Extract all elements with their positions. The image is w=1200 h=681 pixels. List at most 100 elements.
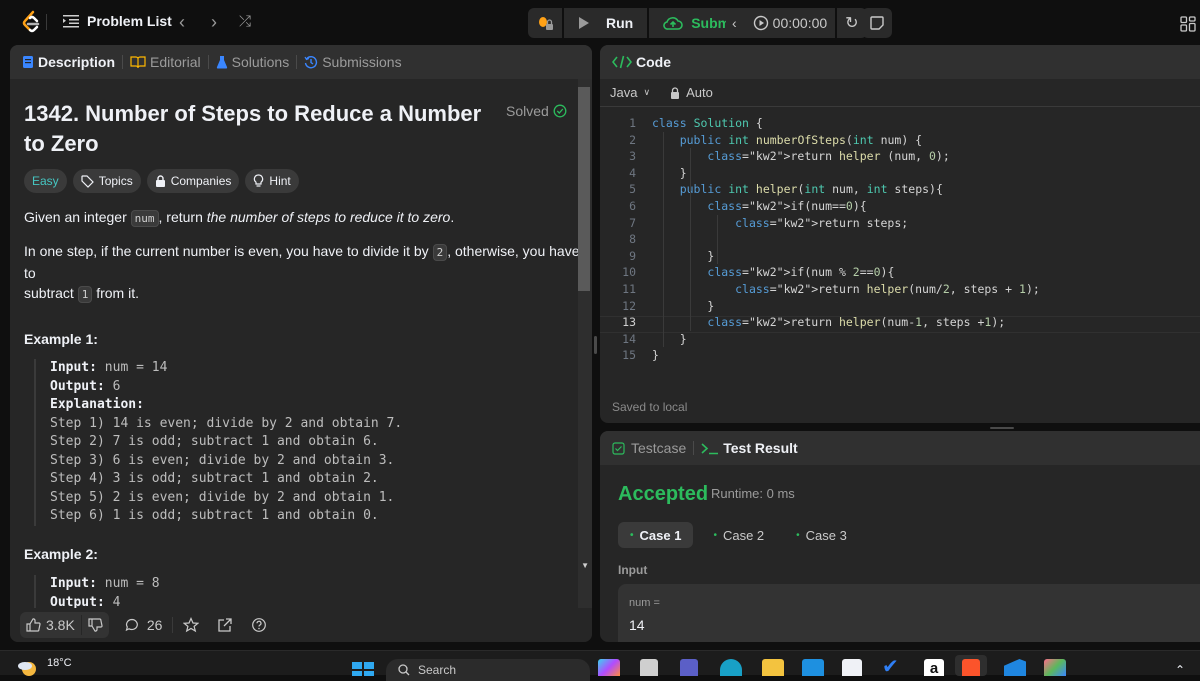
auto-mode-indicator[interactable]: Auto (670, 85, 713, 100)
taskbar-search[interactable]: Search (386, 659, 590, 681)
case-label: Case 2 (722, 527, 765, 543)
thumbs-down-icon[interactable] (88, 618, 103, 632)
code-line[interactable]: class="kw2">if(num==0){ (652, 198, 866, 215)
pass-dot-icon: • (713, 529, 717, 541)
like-dislike-group: 3.8K (20, 612, 109, 638)
tab-submissions[interactable]: Submissions (304, 54, 402, 70)
code-line[interactable]: } (652, 331, 687, 348)
scroll-down-icon[interactable]: ▼ (581, 561, 589, 570)
line-number: 4 (629, 165, 636, 180)
flask-icon (216, 56, 227, 69)
horizontal-resize-handle[interactable] (990, 427, 1014, 429)
next-problem-button[interactable]: › (203, 11, 225, 33)
help-icon[interactable] (251, 617, 267, 633)
output-value: 6 (104, 378, 121, 394)
teams-icon[interactable] (680, 659, 698, 676)
language-select[interactable]: Java ∨ (610, 85, 650, 100)
problem-tags: Easy Topics Companies Hint (24, 169, 299, 193)
layout-icon[interactable] (1180, 16, 1196, 32)
case-label: Case 3 (805, 527, 847, 543)
tab-description[interactable]: Description (22, 54, 115, 70)
case-tab-2[interactable]: • Case 2 (701, 522, 776, 548)
run-button[interactable]: Run (564, 8, 648, 38)
code-line[interactable]: class="kw2">return helper(num-1, steps +… (652, 314, 1005, 331)
code-line[interactable]: class="kw2">return helper (num, 0); (652, 148, 949, 165)
description-icon (23, 56, 33, 68)
problem-list-button[interactable]: Problem List (63, 13, 172, 29)
example-2-title: Example 2: (24, 546, 98, 562)
store-icon[interactable] (842, 659, 862, 676)
debugger-button[interactable] (528, 8, 562, 38)
code-line[interactable]: } (652, 165, 687, 182)
code-line[interactable]: class Solution { (652, 115, 763, 132)
line-number: 8 (629, 232, 636, 247)
lightbulb-icon (254, 174, 264, 187)
input-value: num = 14 (96, 360, 168, 375)
code-line[interactable]: } (652, 347, 659, 364)
mail-icon[interactable] (802, 659, 824, 676)
share-icon[interactable] (217, 617, 233, 633)
brave-browser-icon[interactable] (962, 659, 980, 676)
topics-label: Topics (98, 174, 133, 188)
hint-button[interactable]: Hint (245, 169, 299, 193)
windows-start-icon[interactable] (352, 662, 374, 676)
tab-editorial[interactable]: Editorial (130, 54, 201, 70)
scrollbar-thumb[interactable] (578, 87, 590, 291)
leetcode-logo-icon[interactable] (20, 10, 42, 34)
app-icon[interactable] (1044, 659, 1066, 676)
tab-divider (296, 55, 298, 69)
notes-button[interactable] (862, 8, 892, 38)
task-view-icon[interactable] (640, 659, 658, 676)
code-line[interactable]: class="kw2">return helper(num/2, steps +… (652, 281, 1040, 298)
problem-title[interactable]: 1342. Number of Steps to Reduce a Number… (24, 99, 484, 159)
prev-problem-button[interactable]: ‹ (171, 11, 193, 33)
tab-divider (122, 55, 124, 69)
title-line: 1342. Number of Steps to Reduce a Number (24, 101, 482, 126)
timer-collapse-button[interactable]: ‹ (726, 8, 743, 38)
tab-test-result[interactable]: Test Result (701, 440, 798, 456)
emphasis-text: the number of steps to reduce it to zero (206, 209, 451, 225)
like-button[interactable]: 3.8K (26, 617, 75, 633)
vscode-icon[interactable] (1004, 659, 1026, 676)
description-scrollbar[interactable] (578, 79, 592, 610)
text: . (450, 209, 455, 225)
line-number: 11 (622, 282, 636, 296)
explanation-step: Step 1) 14 is even; divide by 2 and obta… (50, 415, 403, 431)
companies-button[interactable]: Companies (146, 169, 240, 193)
comments-button[interactable]: 26 (125, 617, 162, 633)
vertical-resize-handle[interactable] (594, 336, 597, 354)
case-tab-1[interactable]: • Case 1 (618, 522, 694, 548)
tab-testcase[interactable]: Testcase (612, 440, 686, 456)
line-number: 2 (629, 132, 636, 147)
timer-button[interactable]: 00:00:00 (744, 8, 836, 38)
output-label: Output: (50, 378, 105, 394)
tab-label: Description (38, 54, 116, 70)
amazon-icon[interactable]: a (924, 659, 944, 677)
weather-icon[interactable] (16, 658, 38, 676)
star-icon[interactable] (183, 617, 200, 633)
tag-icon (81, 174, 94, 188)
code-line[interactable]: } (652, 298, 714, 315)
copilot-icon[interactable] (598, 659, 620, 676)
code-line[interactable]: public int numberOfSteps(int num) { (652, 132, 922, 149)
random-problem-button[interactable]: ⤮ (234, 11, 256, 33)
pass-dot-icon: • (796, 529, 800, 541)
text: subtract (24, 285, 78, 301)
note-icon (870, 16, 884, 30)
inline-code: 2 (432, 244, 448, 261)
runtime-label: Runtime: 0 ms (711, 486, 795, 501)
case-tab-3[interactable]: • Case 3 (784, 522, 859, 548)
file-explorer-icon[interactable] (762, 659, 784, 676)
code-line[interactable]: class="kw2">if(num % 2==0){ (652, 264, 894, 281)
todo-icon[interactable]: ✔ (882, 657, 904, 677)
tab-solutions[interactable]: Solutions (216, 54, 289, 70)
shuffle-icon: ⤮ (238, 13, 251, 30)
code-line[interactable]: public int helper(int num, int steps){ (652, 181, 943, 198)
topics-button[interactable]: Topics (72, 169, 141, 193)
line-number: 10 (622, 265, 636, 280)
example-1-title: Example 1: (24, 331, 98, 347)
example-2-block: Input: num = 8 Output: 4 (34, 575, 160, 610)
edge-icon[interactable] (720, 659, 742, 676)
code-line[interactable]: } (652, 248, 714, 265)
windows-taskbar: 18°C Search ✔ a ⌃ (0, 650, 1200, 681)
